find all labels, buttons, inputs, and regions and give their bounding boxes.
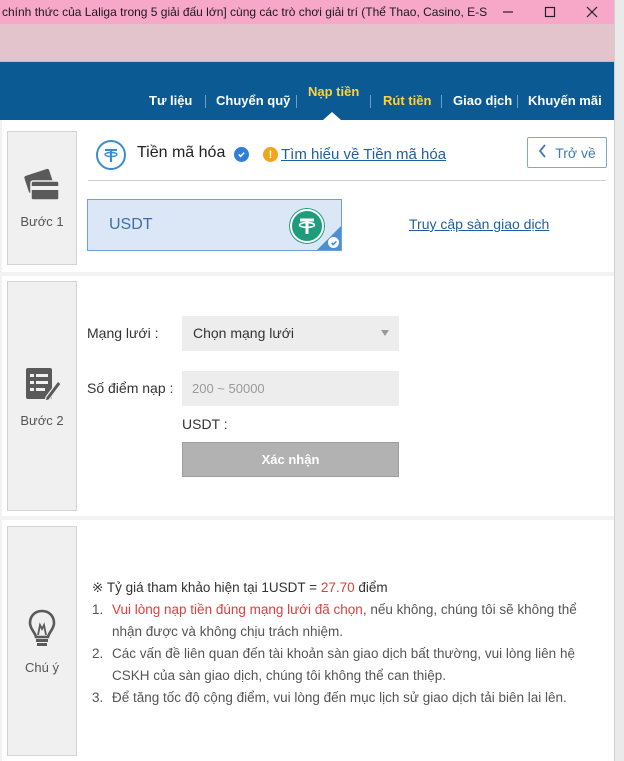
minimize-icon[interactable]	[487, 0, 529, 24]
coin-name: USDT	[109, 216, 153, 233]
exchange-link[interactable]: Truy cập sàn giao dịch	[409, 216, 549, 232]
back-button-label: Trở về	[555, 144, 596, 161]
header-banner	[0, 24, 614, 62]
nav-separator	[517, 95, 518, 108]
currency-label: USDT :	[182, 416, 228, 432]
window-border	[614, 0, 624, 761]
nav-item-transactions[interactable]: Giao dịch	[453, 93, 512, 108]
step1-box: Bước 1	[7, 131, 77, 265]
nav-item-promotions[interactable]: Khuyến mãi	[528, 93, 602, 108]
notes-label: Chú ý	[25, 659, 59, 675]
nav-separator	[441, 95, 442, 108]
credit-card-icon	[22, 168, 62, 208]
main-nav: Tư liệu Chuyển quỹ Nạp tiền Rút tiền Gia…	[0, 62, 614, 120]
app-window: chính thức của Laliga trong 5 giải đấu l…	[0, 0, 624, 761]
lightbulb-icon	[27, 608, 57, 654]
list-item: 3. Để tăng tốc độ cộng điểm, vui lòng đến…	[92, 687, 607, 709]
notes-box: Chú ý	[7, 526, 77, 756]
list-text: Để tăng tốc độ cộng điểm, vui lòng đến m…	[112, 690, 567, 705]
nav-item-withdraw[interactable]: Rút tiền	[383, 93, 431, 108]
rate-prefix: ※ Tỷ giá tham khảo hiện tại 1USDT =	[92, 580, 321, 595]
close-icon[interactable]	[571, 0, 613, 24]
network-select-value: Chọn mạng lưới	[193, 325, 295, 341]
exchange-rate: ※ Tỷ giá tham khảo hiện tại 1USDT = 27.7…	[92, 577, 607, 599]
title-bar: chính thức của Laliga trong 5 giải đấu l…	[0, 0, 614, 24]
amount-label: Số điểm nạp :	[87, 380, 174, 396]
list-number: 3.	[92, 690, 104, 705]
nav-item-profile[interactable]: Tư liệu	[149, 93, 192, 108]
list-item: 1. Vui lòng nạp tiền đúng mạng lưới đã ch…	[92, 599, 607, 643]
list-item: 2. Các vấn đề liên quan đến tài khoản sàn…	[92, 643, 607, 687]
amount-input[interactable]	[182, 371, 399, 406]
rate-suffix: điểm	[354, 580, 388, 595]
maximize-icon[interactable]	[529, 0, 571, 24]
chevron-down-icon	[381, 330, 389, 336]
coin-option-usdt[interactable]: USDT	[87, 199, 342, 251]
list-number: 2.	[92, 646, 104, 661]
rate-value: 27.70	[320, 580, 355, 595]
notes-list: 1. Vui lòng nạp tiền đúng mạng lưới đã ch…	[92, 599, 607, 709]
nav-item-transfer[interactable]: Chuyển quỹ	[216, 93, 290, 108]
crypto-title: Tiền mã hóa	[137, 144, 226, 161]
form-edit-icon	[22, 365, 62, 407]
nav-item-deposit[interactable]: Nạp tiền	[308, 84, 359, 99]
chevron-left-icon	[538, 144, 547, 161]
info-icon: !	[263, 147, 278, 162]
network-label: Mạng lưới :	[87, 325, 159, 341]
nav-separator	[370, 95, 371, 108]
notes-content: ※ Tỷ giá tham khảo hiện tại 1USDT = 27.7…	[92, 577, 607, 709]
divider	[88, 180, 606, 181]
list-number: 1.	[92, 602, 104, 617]
back-button[interactable]: Trở về	[527, 137, 607, 168]
active-tab-caret	[323, 112, 341, 120]
confirm-button[interactable]: Xác nhận	[182, 442, 399, 477]
step1-label: Bước 1	[20, 213, 64, 229]
selected-check-icon	[328, 237, 339, 248]
step2-box: Bước 2	[7, 281, 77, 511]
network-select[interactable]: Chọn mạng lưới	[182, 316, 399, 351]
learn-crypto-link[interactable]: Tìm hiểu về Tiền mã hóa	[281, 146, 446, 163]
nav-separator	[205, 95, 206, 108]
list-text: Các vấn đề liên quan đến tài khoản sàn g…	[112, 646, 575, 683]
tether-icon	[96, 140, 126, 170]
step2-label: Bước 2	[20, 412, 64, 428]
warning-highlight: Vui lòng nạp tiền đúng mạng lưới đã chọn	[112, 602, 363, 617]
verified-check-icon	[234, 147, 249, 162]
window-title: chính thức của Laliga trong 5 giải đấu l…	[2, 5, 487, 19]
nav-separator	[296, 95, 297, 108]
